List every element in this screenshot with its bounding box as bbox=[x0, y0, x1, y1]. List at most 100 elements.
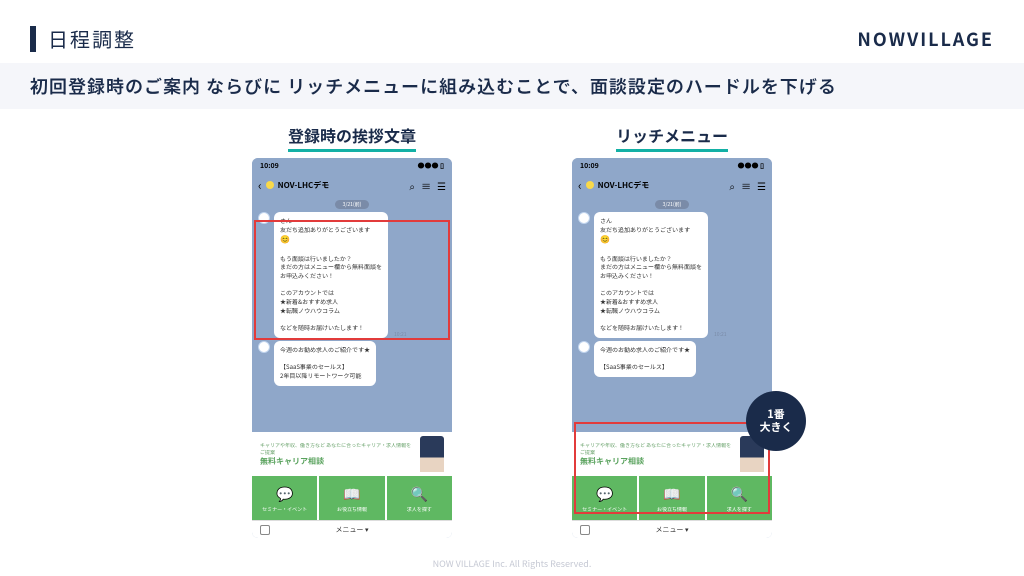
footbar: メニュー ▾ bbox=[572, 520, 772, 538]
rm-cell-info[interactable]: 📖 お役立ち情報 bbox=[319, 476, 386, 520]
timestamp: 10:21 bbox=[394, 331, 407, 338]
day-pill: 3/21(前) bbox=[335, 200, 370, 209]
footbar: メニュー ▾ bbox=[252, 520, 452, 538]
rm-label: セミナー・イベント bbox=[582, 506, 627, 513]
book-icon: 📖 bbox=[343, 484, 360, 504]
avatar-icon bbox=[586, 181, 594, 189]
msg-line: などを随時お届けいたします！ bbox=[600, 324, 702, 333]
navbar: ‹ NOV-LHCデモ ⌕ ≡ ☰ bbox=[252, 174, 452, 196]
day-pill: 3/21(前) bbox=[655, 200, 690, 209]
msg-line: 【SaaS事業のセールス】 bbox=[600, 363, 690, 372]
rm-cell-info[interactable]: 📖 お役立ち情報 bbox=[639, 476, 706, 520]
menu-icon[interactable]: ☰ bbox=[437, 178, 446, 193]
rich-menu[interactable]: キャリアや年収、働き方など あなたに合ったキャリア・求人情報をご提案 無料キャリ… bbox=[572, 432, 772, 520]
subtitle: 初回登録時のご案内 ならびに リッチメニューに組み込むことで、面談設定のハードル… bbox=[0, 63, 1024, 109]
chat-title: NOV-LHCデモ bbox=[598, 180, 726, 191]
avatar bbox=[578, 341, 590, 353]
emoji-icon: 😊 bbox=[600, 234, 702, 246]
footer-copyright: NOW VILLAGE Inc. All Rights Reserved. bbox=[0, 557, 1024, 570]
signal-icons: ●●● ▯ bbox=[738, 161, 764, 171]
person-illustration bbox=[420, 436, 444, 472]
rm-title: 無料キャリア相談 bbox=[580, 456, 736, 467]
statusbar: 10:09 ●●● ▯ bbox=[252, 158, 452, 174]
header: 日程調整 NOWVILLAGE bbox=[0, 0, 1024, 63]
rm-subtext: キャリアや年収、働き方など あなたに合ったキャリア・求人情報をご提案 bbox=[260, 442, 416, 456]
rm-label: 求人を探す bbox=[727, 506, 752, 513]
avatar bbox=[258, 341, 270, 353]
timestamp: 10:21 bbox=[714, 331, 727, 338]
menu-icon[interactable]: ☰ bbox=[757, 178, 766, 193]
keyboard-icon[interactable] bbox=[260, 525, 270, 535]
rm-label: 求人を探す bbox=[407, 506, 432, 513]
rm-subtext: キャリアや年収、働き方など あなたに合ったキャリア・求人情報をご提案 bbox=[580, 442, 736, 456]
rm-cell-search[interactable]: 🔍 求人を探す bbox=[707, 476, 772, 520]
jobs-bubble: 今週のお勧め求人のご紹介です★ 【SaaS事業のセールス】 bbox=[594, 341, 696, 377]
rich-menu-top[interactable]: キャリアや年収、働き方など あなたに合ったキャリア・求人情報をご提案 無料キャリ… bbox=[252, 432, 452, 476]
msg-line: お申込みください！ bbox=[600, 272, 702, 281]
brand-logo: NOWVILLAGE bbox=[857, 26, 994, 52]
rm-label: お役立ち情報 bbox=[337, 506, 367, 513]
msg-line: などを随時お届けいたします！ bbox=[280, 324, 382, 333]
avatar-icon bbox=[266, 181, 274, 189]
search-icon: 🔍 bbox=[731, 484, 748, 504]
greeting-bubble: さん 友だち追加ありがとうございます 😊 もう面談は行いましたか？ まだの方はメ… bbox=[274, 212, 388, 338]
accent-bar bbox=[30, 26, 36, 52]
message-row: さん 友だち追加ありがとうございます 😊 もう面談は行いましたか？ まだの方はメ… bbox=[258, 212, 446, 338]
search-icon[interactable]: ⌕ bbox=[729, 178, 735, 193]
rm-label: お役立ち情報 bbox=[657, 506, 687, 513]
navbar: ‹ NOV-LHCデモ ⌕ ≡ ☰ bbox=[572, 174, 772, 196]
back-icon[interactable]: ‹ bbox=[578, 177, 582, 194]
menu-toggle[interactable]: メニュー ▾ bbox=[655, 525, 688, 535]
emoji-icon: 😊 bbox=[280, 234, 382, 246]
rm-title: 無料キャリア相談 bbox=[260, 456, 416, 467]
book-icon: 📖 bbox=[663, 484, 680, 504]
content: 登録時の挨拶文章 10:09 ●●● ▯ ‹ NOV-LHCデモ ⌕ ≡ ☰ 3… bbox=[0, 109, 1024, 538]
message-row: 今週のお勧め求人のご紹介です★ 【SaaS事業のセールス】 bbox=[578, 341, 766, 377]
message-row: 今週のお勧め求人のご紹介です★ 【SaaS事業のセールス】 2年目以降リモートワ… bbox=[258, 341, 446, 386]
list-icon[interactable]: ≡ bbox=[741, 178, 751, 193]
menu-toggle[interactable]: メニュー ▾ bbox=[335, 525, 368, 535]
msg-line: 今週のお勧め求人のご紹介です★ bbox=[280, 346, 370, 355]
timeline: 3/21(前) さん 友だち追加ありがとうございます 😊 もう面談は行いましたか… bbox=[572, 196, 772, 377]
page-title: 日程調整 bbox=[48, 24, 136, 53]
time-label: 10:09 bbox=[260, 161, 279, 171]
msg-line: 友だち追加ありがとうございます bbox=[280, 226, 382, 235]
msg-line: 友だち追加ありがとうございます bbox=[600, 226, 702, 235]
phone-mockup-right: 10:09 ●●● ▯ ‹ NOV-LHCデモ ⌕ ≡ ☰ 3/21(前) さん bbox=[572, 158, 772, 538]
chat-icon: 💬 bbox=[276, 484, 293, 504]
timeline: 3/21(前) さん 友だち追加ありがとうございます 😊 もう面談は行いましたか… bbox=[252, 196, 452, 386]
rich-menu-top[interactable]: キャリアや年収、働き方など あなたに合ったキャリア・求人情報をご提案 無料キャリ… bbox=[572, 432, 772, 476]
rm-cell-seminar[interactable]: 💬セミナー・イベント bbox=[572, 476, 639, 520]
search-icon[interactable]: ⌕ bbox=[409, 178, 415, 193]
rich-menu-grid: 💬 セミナー・イベント 📖 お役立ち情報 🔍 求人を探す bbox=[252, 476, 452, 520]
rm-cell-search[interactable]: 🔍 求人を探す bbox=[387, 476, 452, 520]
msg-line: ★転職ノウハウコラム bbox=[280, 307, 382, 316]
rm-cell-seminar[interactable]: 💬 セミナー・イベント bbox=[252, 476, 319, 520]
chat-title: NOV-LHCデモ bbox=[278, 180, 406, 191]
greeting-bubble: さん 友だち追加ありがとうございます 😊 もう面談は行いましたか？ まだの方はメ… bbox=[594, 212, 708, 338]
back-icon[interactable]: ‹ bbox=[258, 177, 262, 194]
column-left: 登録時の挨拶文章 10:09 ●●● ▯ ‹ NOV-LHCデモ ⌕ ≡ ☰ 3… bbox=[252, 123, 452, 538]
keyboard-icon[interactable] bbox=[580, 525, 590, 535]
msg-line: 2年目以降リモートワーク可能 bbox=[280, 372, 370, 381]
msg-line: ★転職ノウハウコラム bbox=[600, 307, 702, 316]
time-label: 10:09 bbox=[580, 161, 599, 171]
rich-menu[interactable]: キャリアや年収、働き方など あなたに合ったキャリア・求人情報をご提案 無料キャリ… bbox=[252, 432, 452, 520]
avatar bbox=[258, 212, 270, 224]
phone-mockup-left: 10:09 ●●● ▯ ‹ NOV-LHCデモ ⌕ ≡ ☰ 3/21(前) さん bbox=[252, 158, 452, 538]
statusbar: 10:09 ●●● ▯ bbox=[572, 158, 772, 174]
msg-line: お申込みください！ bbox=[280, 272, 382, 281]
rm-label: セミナー・イベント bbox=[262, 506, 307, 513]
nav-icons: ⌕ ≡ ☰ bbox=[729, 178, 766, 193]
header-left: 日程調整 bbox=[30, 24, 136, 53]
list-icon[interactable]: ≡ bbox=[421, 178, 431, 193]
search-icon: 🔍 bbox=[411, 484, 428, 504]
nav-icons: ⌕ ≡ ☰ bbox=[409, 178, 446, 193]
jobs-bubble: 今週のお勧め求人のご紹介です★ 【SaaS事業のセールス】 2年目以降リモートワ… bbox=[274, 341, 376, 386]
badge-line2: 大きく bbox=[760, 421, 793, 434]
msg-line: 今週のお勧め求人のご紹介です★ bbox=[600, 346, 690, 355]
column-right: リッチメニュー 10:09 ●●● ▯ ‹ NOV-LHCデモ ⌕ ≡ ☰ 3/… bbox=[572, 123, 772, 538]
message-row: さん 友だち追加ありがとうございます 😊 もう面談は行いましたか？ まだの方はメ… bbox=[578, 212, 766, 338]
signal-icons: ●●● ▯ bbox=[418, 161, 444, 171]
column-right-title: リッチメニュー bbox=[616, 123, 728, 152]
